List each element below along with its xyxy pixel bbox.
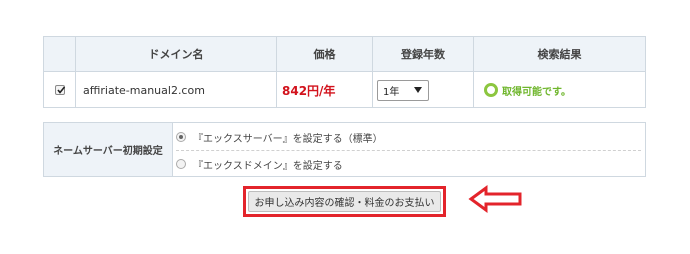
price-header: 価格 xyxy=(277,37,373,72)
years-select-value: 1年 xyxy=(383,86,400,98)
years-header: 登録年数 xyxy=(373,37,474,72)
result-header: 検索結果 xyxy=(474,37,645,72)
radio-button-selected[interactable] xyxy=(176,132,186,142)
domain-name: affiriate-manual2.com xyxy=(76,72,277,108)
nameserver-settings: ネームサーバー初期設定 『エックスサーバー』を設定する（標準） 『エックスドメイ… xyxy=(43,122,646,177)
nameserver-label: ネームサーバー初期設定 xyxy=(44,123,173,176)
nameserver-option-xserver[interactable]: 『エックスサーバー』を設定する（標準） xyxy=(176,124,641,150)
nameserver-option-label: 『エックスサーバー』を設定する（標準） xyxy=(193,133,383,145)
domain-name-header: ドメイン名 xyxy=(76,37,277,72)
years-select[interactable]: 1年 xyxy=(377,79,429,101)
radio-button[interactable] xyxy=(176,159,186,169)
domain-checkbox[interactable] xyxy=(54,85,65,95)
domain-table: ドメイン名 価格 登録年数 検索結果 affiriate-manual2.com… xyxy=(43,36,646,108)
checkmark-icon xyxy=(56,86,65,94)
nameserver-option-xdomain[interactable]: 『エックスドメイン』を設定する xyxy=(176,151,641,177)
confirm-and-pay-button[interactable]: お申し込み内容の確認・料金のお支払い xyxy=(248,191,441,212)
checkbox-column-header xyxy=(44,37,76,72)
table-row xyxy=(44,72,76,108)
chevron-down-icon xyxy=(414,87,422,93)
price-value: 842円/年 xyxy=(282,83,336,98)
availability-status: 取得可能です。 xyxy=(502,86,571,98)
arrow-left-icon xyxy=(468,185,522,213)
nameserver-option-label: 『エックスドメイン』を設定する xyxy=(193,160,343,172)
circle-ok-icon xyxy=(484,83,498,97)
